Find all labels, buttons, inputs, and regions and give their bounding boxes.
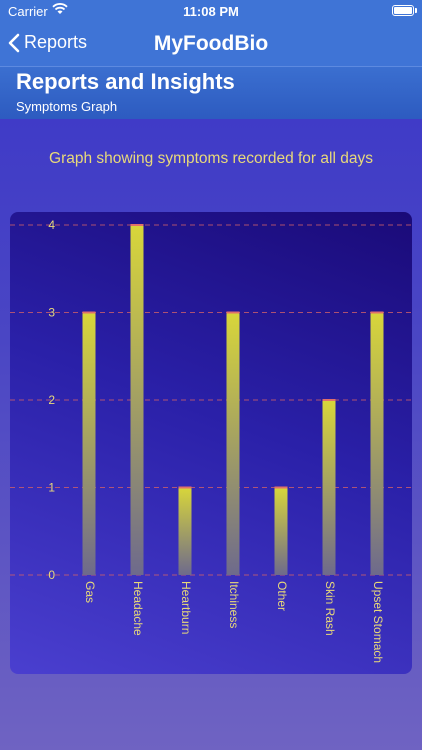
bar-heartburn [178,487,192,575]
page-subtitle: Symptoms Graph [16,99,118,114]
bar-cap [226,311,240,314]
bar-headache [130,225,144,575]
bar-other [274,487,288,575]
x-tick-label: Itchiness [227,581,241,628]
x-tick-label: Skin Rash [323,581,337,636]
bar-skin-rash [322,400,336,575]
navigation-bar: Reports MyFoodBio [0,24,422,66]
status-bar: Carrier 11:08 PM [0,0,422,24]
page-title: Reports and Insights [16,69,235,94]
status-time: 11:08 PM [183,4,239,19]
y-tick-label: 2 [48,393,55,407]
x-tick-label: Upset Stomach [371,581,385,663]
bar-cap [322,399,336,401]
page-header: Reports and Insights Symptoms Graph [0,66,422,119]
back-button[interactable]: Reports [8,32,87,53]
bar-cap [178,486,192,489]
y-tick-label: 3 [48,306,55,320]
bar-upset-stomach [370,312,384,575]
x-tick-label: Gas [83,581,97,603]
bar-itchiness [226,312,240,575]
graph-caption: Graph showing symptoms recorded for all … [49,150,373,167]
bar-gas [82,312,96,575]
y-tick-label: 0 [48,568,55,582]
symptoms-chart-card: 0 1 2 3 4 Gas Headache Heartburn Itchiness Other S… [10,212,412,674]
symptoms-bar-chart: 0 1 2 3 4 Gas Headache Heartburn Itchiness Other S… [10,218,412,663]
y-tick-label: 1 [48,481,55,495]
back-button-label: Reports [24,32,88,52]
y-tick-label: 4 [48,218,55,232]
bar-cap [274,486,288,489]
battery-icon [392,5,414,16]
x-tick-label: Other [275,581,289,611]
bar-cap [82,311,96,314]
x-tick-label: Heartburn [179,581,193,634]
x-tick-label: Headache [131,581,145,636]
bar-cap [370,311,384,314]
chevron-left-icon [8,33,20,52]
battery-tip [415,8,417,13]
bar-cap [130,224,144,226]
